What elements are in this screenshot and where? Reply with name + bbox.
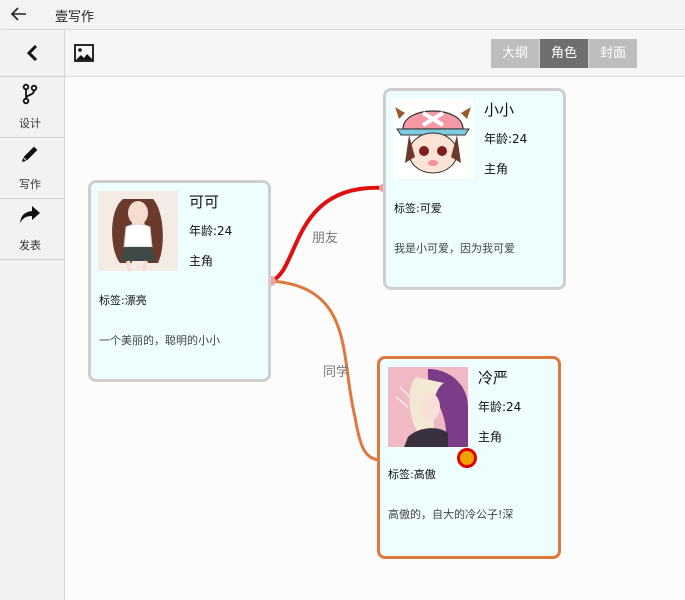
sidebar-item-label: 设计 — [19, 117, 41, 130]
back-arrow-icon[interactable] — [8, 3, 30, 25]
share-arrow-icon — [0, 205, 60, 229]
sidebar: 设计 写作 发表 — [0, 30, 65, 600]
character-age: 年龄:24 — [189, 224, 233, 238]
character-card[interactable]: 可可 年龄:24 主角 标签:漂亮 一个美丽的，聪明的小小 — [88, 180, 271, 382]
title-bar: 壹写作 — [0, 0, 685, 30]
character-card[interactable]: 小小 年龄:24 主角 标签:可爱 我是小可爱，因为我可爱 — [383, 88, 566, 290]
character-canvas[interactable]: 朋友 同学 可可 年龄:24 主角 标签:漂亮 一个美丽的，聪明的小小 小小 年… — [65, 77, 685, 600]
character-description: 我是小可爱，因为我可爱 — [394, 242, 515, 255]
collapse-sidebar-button[interactable] — [0, 30, 64, 77]
character-role: 主角 — [484, 162, 509, 176]
tab-cover[interactable]: 封面 — [589, 39, 637, 68]
character-age: 年龄:24 — [478, 400, 522, 414]
character-tag: 标签:高傲 — [388, 468, 436, 481]
character-avatar — [393, 99, 473, 179]
character-name: 小小 — [484, 101, 515, 119]
character-tag: 标签:可爱 — [394, 202, 442, 215]
character-name: 可可 — [189, 193, 220, 211]
character-age: 年龄:24 — [484, 132, 528, 146]
app-title: 壹写作 — [55, 10, 95, 25]
toolbar: 大纲 角色 封面 — [65, 30, 685, 77]
sidebar-item-design[interactable]: 设计 — [0, 77, 64, 138]
sidebar-item-write[interactable]: 写作 — [0, 138, 64, 199]
image-icon[interactable] — [74, 44, 94, 62]
sidebar-item-label: 发表 — [19, 239, 41, 252]
pencil-icon — [0, 144, 60, 168]
character-name: 冷严 — [478, 369, 509, 387]
tab-outline[interactable]: 大纲 — [491, 39, 540, 68]
tab-characters[interactable]: 角色 — [540, 39, 589, 68]
view-tabs: 大纲 角色 封面 — [491, 39, 637, 68]
chevron-left-icon — [26, 45, 38, 61]
connection-handle[interactable] — [457, 448, 477, 468]
character-role: 主角 — [189, 254, 214, 268]
character-description: 一个美丽的，聪明的小小 — [99, 334, 220, 347]
character-description: 高傲的，自大的冷公子!深 — [388, 508, 514, 521]
character-avatar — [388, 367, 468, 447]
relation-label: 同学 — [323, 365, 350, 380]
character-avatar — [98, 191, 178, 271]
sidebar-item-publish[interactable]: 发表 — [0, 199, 64, 260]
sidebar-item-label: 写作 — [19, 178, 41, 191]
branch-icon — [0, 83, 60, 107]
character-role: 主角 — [478, 430, 503, 444]
relation-label: 朋友 — [312, 231, 339, 246]
character-card-selected[interactable]: 冷严 年龄:24 主角 标签:高傲 高傲的，自大的冷公子!深 — [377, 356, 561, 559]
character-tag: 标签:漂亮 — [99, 294, 147, 307]
